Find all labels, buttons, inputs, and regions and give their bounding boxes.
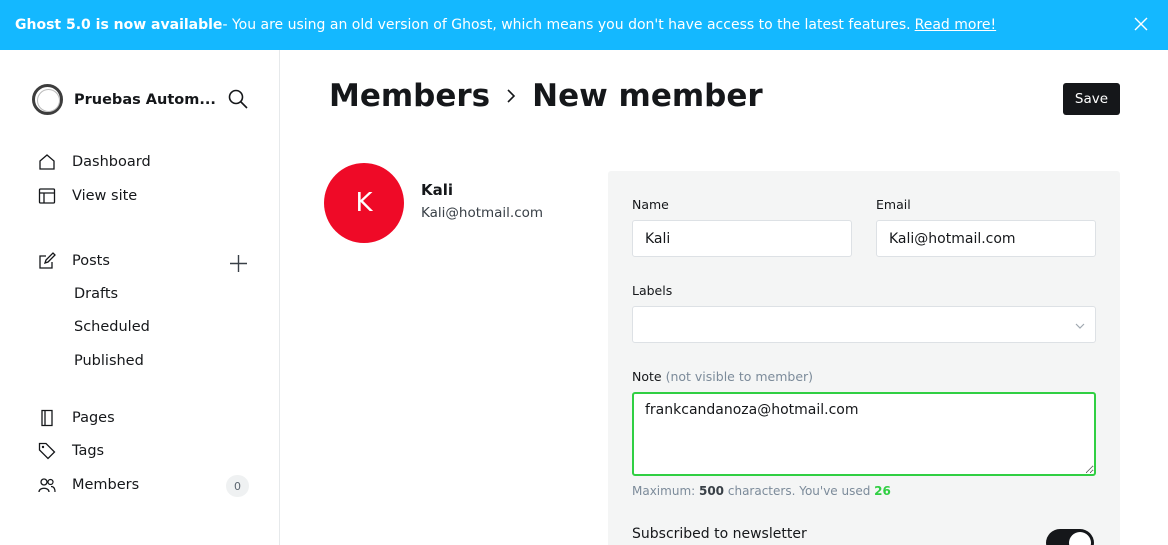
save-button[interactable]: Save <box>1063 83 1120 115</box>
member-email: Kali@hotmail.com <box>421 205 544 221</box>
name-field[interactable] <box>632 220 852 257</box>
sidebar: Pruebas Autom... Dashboard View site Pos… <box>0 50 280 545</box>
newsletter-toggle[interactable] <box>1046 529 1094 545</box>
name-label: Name <box>632 197 669 212</box>
labels-label: Labels <box>632 283 673 298</box>
layout-icon <box>38 188 56 204</box>
banner-message: - You are using an old version of Ghost,… <box>222 17 911 33</box>
add-post-icon[interactable] <box>229 254 248 273</box>
labels-select[interactable] <box>632 306 1096 343</box>
email-field[interactable] <box>876 220 1096 257</box>
sidebar-subitem-drafts[interactable]: Drafts <box>74 286 118 302</box>
members-icon <box>38 478 56 493</box>
max-prefix: Maximum: <box>632 484 699 498</box>
breadcrumb: Members New member <box>329 78 763 114</box>
page-title: New member <box>532 78 763 114</box>
note-textarea[interactable]: frankcandanoza@hotmail.com <box>632 392 1096 476</box>
sidebar-item-label: Posts <box>72 253 110 269</box>
newsletter-label: Subscribed to newsletter <box>632 526 807 542</box>
member-name: Kali <box>421 181 454 199</box>
site-name: Pruebas Autom... <box>74 91 216 108</box>
sidebar-item-pages[interactable]: Pages <box>38 409 115 427</box>
note-label-hint: (not visible to member) <box>665 369 814 384</box>
chevron-right-icon <box>507 89 516 103</box>
banner-read-more-link[interactable]: Read more! <box>915 17 997 33</box>
search-icon[interactable] <box>227 88 249 110</box>
sidebar-item-label: Tags <box>72 443 105 459</box>
pages-icon <box>41 409 53 427</box>
email-label: Email <box>876 197 911 212</box>
sidebar-subitem-scheduled[interactable]: Scheduled <box>74 319 150 335</box>
sidebar-item-label: Members <box>72 477 140 493</box>
sidebar-item-dashboard[interactable]: Dashboard <box>38 153 151 171</box>
sidebar-item-label: View site <box>72 188 138 204</box>
chevron-down-icon <box>1075 323 1085 329</box>
note-label: Note (not visible to member) <box>632 369 813 384</box>
close-icon[interactable] <box>1133 16 1149 32</box>
sidebar-item-label: Dashboard <box>72 154 151 170</box>
site-brand[interactable]: Pruebas Autom... <box>32 84 216 115</box>
max-suffix: characters. You've used <box>724 484 875 498</box>
home-icon <box>39 154 55 170</box>
sidebar-item-tags[interactable]: Tags <box>38 442 104 460</box>
sidebar-item-members[interactable]: Members <box>38 476 139 494</box>
update-banner: Ghost 5.0 is now available - You are usi… <box>0 0 1168 50</box>
sidebar-subitem-published[interactable]: Published <box>74 353 144 369</box>
members-count-badge: 0 <box>226 475 249 497</box>
site-logo <box>32 84 63 115</box>
banner-title: Ghost 5.0 is now available <box>15 17 223 33</box>
pencil-icon <box>39 252 56 269</box>
note-label-text: Note <box>632 369 662 384</box>
sidebar-item-label: Pages <box>72 410 115 426</box>
max-value: 500 <box>698 484 725 498</box>
breadcrumb-members-link[interactable]: Members <box>329 78 490 114</box>
sidebar-item-posts[interactable]: Posts <box>38 252 110 270</box>
note-character-count: Maximum: 500 characters. You've used 26 <box>632 484 891 498</box>
used-value: 26 <box>874 484 891 498</box>
tag-icon <box>38 442 56 460</box>
avatar: K <box>324 163 404 243</box>
sidebar-item-view-site[interactable]: View site <box>38 187 137 205</box>
